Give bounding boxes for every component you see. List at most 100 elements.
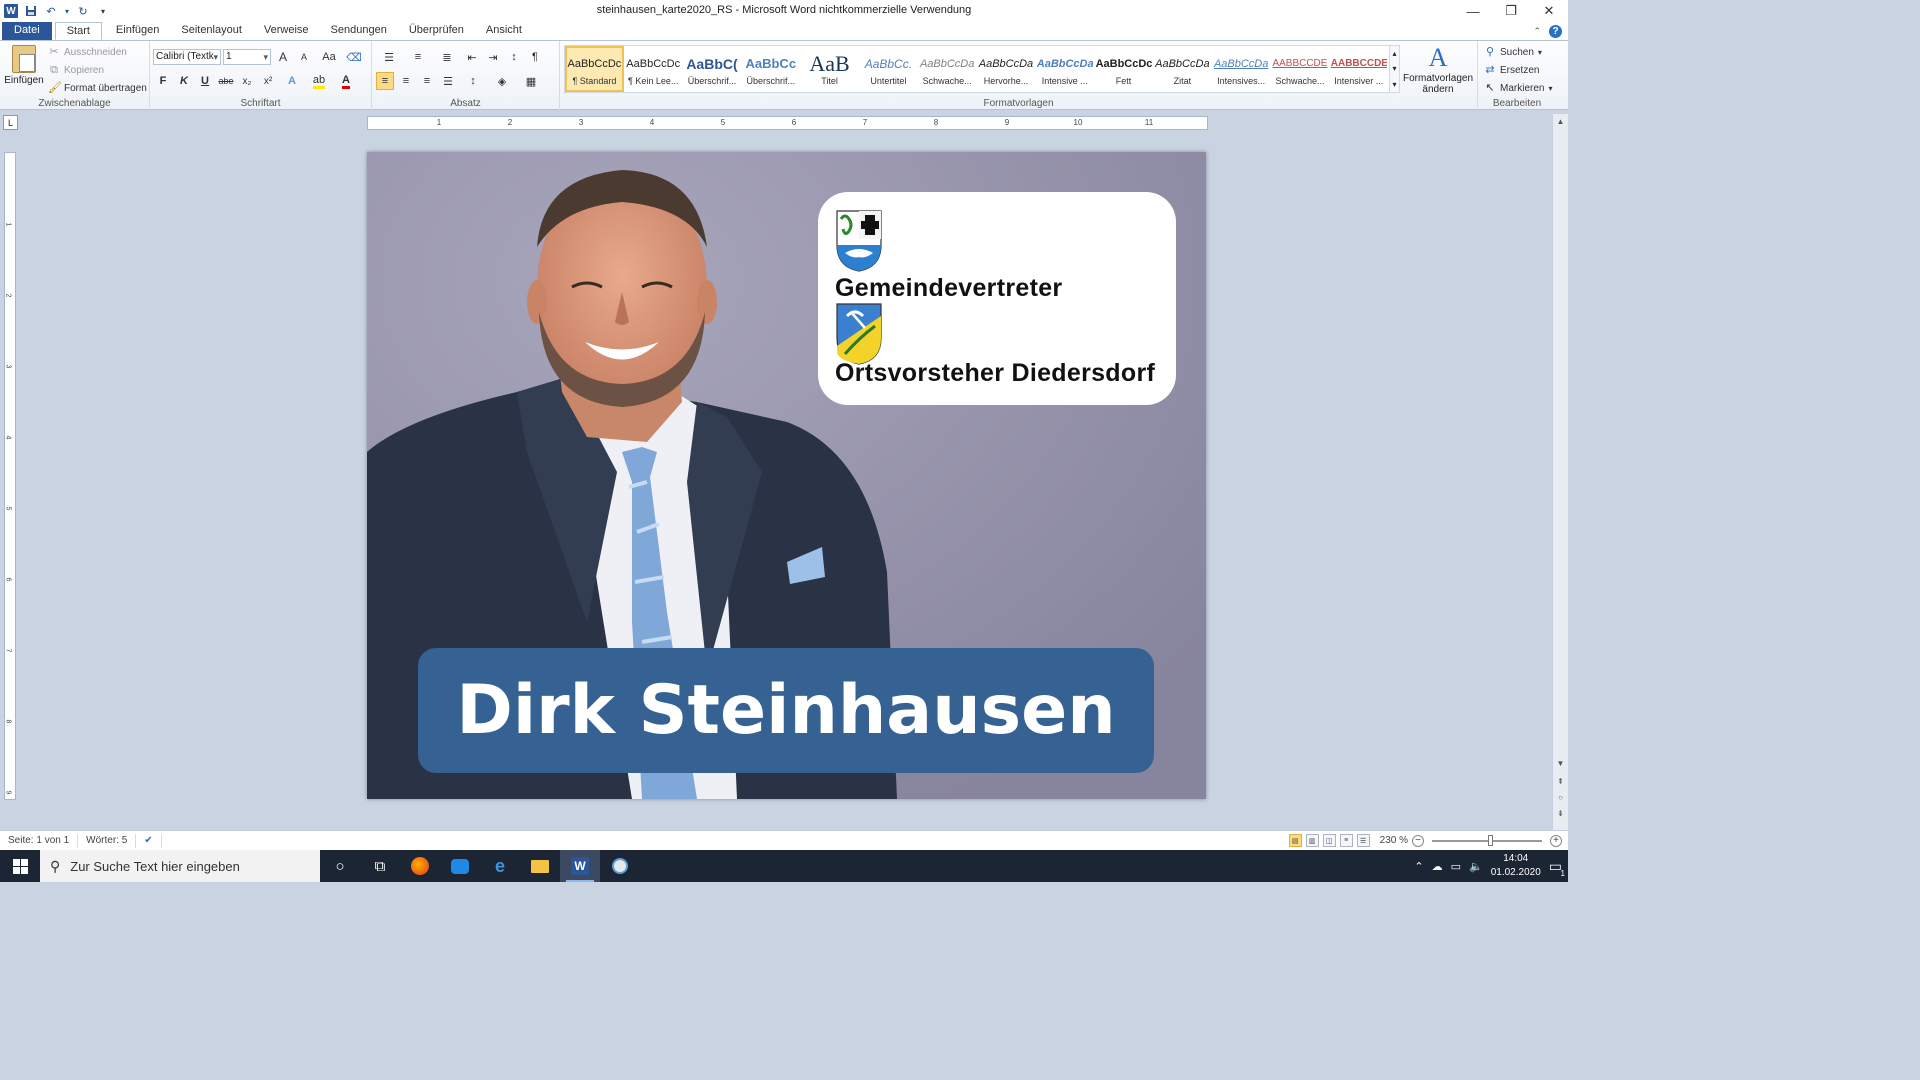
tab-seitenlayout[interactable]: Seitenlayout	[170, 22, 253, 40]
align-left-icon[interactable]: ≡	[376, 72, 394, 90]
align-center-icon[interactable]: ≡	[397, 72, 415, 90]
file-explorer-icon[interactable]	[520, 850, 560, 882]
horizontal-ruler[interactable]: 1 2 3 4 5 6 7 8 9 10 11	[367, 116, 1208, 130]
print-layout-view-icon[interactable]: ▤	[1288, 834, 1302, 847]
justify-icon[interactable]: ☰	[439, 72, 457, 90]
zoom-out-icon[interactable]: −	[1412, 834, 1424, 847]
taskbar-search[interactable]: ⚲ Zur Suche Text hier eingeben	[40, 850, 320, 882]
save-icon[interactable]	[24, 4, 38, 18]
style-ueberschrift-1[interactable]: AaBbC(Überschrif...	[683, 46, 742, 92]
vertical-ruler[interactable]: 1 2 3 4 5 6 7 8 9	[4, 152, 16, 800]
show-hidden-icons-icon[interactable]: ⌃	[1414, 860, 1423, 873]
font-name-select[interactable]: Calibri (Textk	[153, 49, 221, 65]
previous-page-icon[interactable]: ⇞	[1553, 774, 1568, 788]
full-screen-view-icon[interactable]: ▥	[1305, 834, 1319, 847]
decrease-indent-icon[interactable]: ⇤	[463, 48, 481, 66]
scroll-down-icon[interactable]: ▾	[1392, 64, 1396, 73]
restore-button[interactable]: ❐	[1492, 0, 1530, 22]
superscript-button[interactable]: x²	[259, 72, 277, 90]
network-icon[interactable]: ▭	[1451, 860, 1461, 873]
tab-selector[interactable]: L	[3, 115, 18, 130]
close-button[interactable]: ✕	[1530, 0, 1568, 22]
gallery-more-icon[interactable]: ▾	[1392, 80, 1396, 89]
style-hervorhebung[interactable]: AaBbCcDa Hervorhe...	[977, 46, 1036, 92]
browse-object-icon[interactable]: ○	[1553, 790, 1568, 804]
paint-icon[interactable]	[600, 850, 640, 882]
numbering-icon[interactable]: ≡	[405, 48, 431, 66]
style-kein-leerraum[interactable]: AaBbCcDc ¶ Kein Lee...	[624, 46, 683, 92]
task-view-icon[interactable]: ⧉	[360, 850, 400, 882]
shrink-font-button[interactable]: A	[295, 48, 313, 66]
bold-button[interactable]: F	[154, 72, 172, 90]
style-standard[interactable]: AaBbCcDc ¶ Standard	[565, 46, 624, 92]
sort-icon[interactable]: ↕	[505, 48, 523, 66]
increase-indent-icon[interactable]: ⇥	[484, 48, 502, 66]
style-zitat[interactable]: AaBbCcDa Zitat	[1153, 46, 1212, 92]
select-button[interactable]: ↖ Markieren ▾	[1484, 79, 1552, 97]
change-styles-button[interactable]: A Formatvorlagen ändern	[1402, 43, 1474, 95]
clock[interactable]: 14:04 01.02.2020	[1491, 852, 1541, 880]
style-titel[interactable]: AaB Titel	[800, 46, 859, 92]
tab-verweise[interactable]: Verweise	[253, 22, 320, 40]
style-intensives-zitat[interactable]: AaBbCcDa Intensives...	[1212, 46, 1271, 92]
shading-icon[interactable]: ◈	[489, 72, 515, 90]
multilevel-list-icon[interactable]: ≣	[434, 48, 460, 66]
minimize-button[interactable]: —	[1454, 0, 1492, 22]
italic-button[interactable]: K	[175, 72, 193, 90]
word-count[interactable]: Wörter: 5	[78, 833, 137, 848]
tab-start[interactable]: Start	[54, 22, 102, 40]
borders-icon[interactable]: ▦	[518, 72, 544, 90]
undo-dropdown-icon[interactable]: ▾	[64, 4, 70, 18]
style-intensive-hervorhebung[interactable]: AaBbCcDa Intensive ...	[1035, 46, 1094, 92]
zoom-thumb[interactable]	[1488, 834, 1493, 846]
document-page[interactable]: Gemeindevertreter Ortsvorsteher Diedersd…	[367, 152, 1206, 799]
volume-icon[interactable]: 🔈	[1469, 860, 1483, 873]
style-intensiver-verweis[interactable]: AABBCCDE Intensiver ...	[1329, 46, 1388, 92]
notification-icon[interactable]: ▭ 1	[1549, 858, 1565, 878]
underline-button[interactable]: U	[196, 72, 214, 90]
outline-view-icon[interactable]: ≡	[1339, 834, 1353, 847]
style-fett[interactable]: AaBbCcDc Fett	[1094, 46, 1153, 92]
text-effects-icon[interactable]: A	[280, 72, 304, 90]
font-color-icon[interactable]: A	[334, 72, 358, 90]
style-schwacher-verweis[interactable]: AABBCCDE Schwache...	[1271, 46, 1330, 92]
page-count[interactable]: Seite: 1 von 1	[0, 833, 79, 848]
minimize-ribbon-icon[interactable]: ⌃	[1533, 26, 1541, 37]
grow-font-button[interactable]: A	[274, 48, 292, 66]
tab-sendungen[interactable]: Sendungen	[320, 22, 398, 40]
tab-ansicht[interactable]: Ansicht	[475, 22, 533, 40]
replace-button[interactable]: ⇄ Ersetzen	[1484, 61, 1552, 79]
subscript-button[interactable]: x₂	[238, 72, 256, 90]
zoom-slider[interactable]	[1432, 834, 1542, 846]
format-painter-button[interactable]: 🖌 Format übertragen	[48, 79, 147, 97]
tab-ueberpruefen[interactable]: Überprüfen	[398, 22, 475, 40]
change-case-button[interactable]: Aa	[316, 48, 342, 66]
align-right-icon[interactable]: ≡	[418, 72, 436, 90]
zoom-level[interactable]: 230 %	[1380, 835, 1408, 846]
paste-button[interactable]: Einfügen	[4, 45, 44, 86]
help-icon[interactable]: ?	[1549, 25, 1562, 38]
start-button[interactable]	[0, 850, 40, 882]
onedrive-icon[interactable]: ☁	[1432, 860, 1443, 873]
tab-einfuegen[interactable]: Einfügen	[105, 22, 170, 40]
proofing-icon[interactable]: ✔	[136, 833, 162, 848]
vertical-scrollbar[interactable]: ▲ ▼ ⇞ ○ ⇟	[1552, 114, 1568, 830]
cut-button[interactable]: ✂ Ausschneiden	[48, 43, 147, 61]
web-layout-view-icon[interactable]: ◫	[1322, 834, 1336, 847]
strikethrough-button[interactable]: abe	[217, 72, 235, 90]
find-button[interactable]: ⚲ Suchen ▾	[1484, 43, 1552, 61]
zoom-in-icon[interactable]: +	[1550, 834, 1562, 847]
cortana-icon[interactable]: ○	[320, 850, 360, 882]
copy-button[interactable]: ⧉ Kopieren	[48, 61, 147, 79]
font-size-select[interactable]: 1	[223, 49, 271, 65]
messenger-icon[interactable]	[440, 850, 480, 882]
clear-format-icon[interactable]: ⌫	[345, 48, 363, 66]
customize-toolbar-icon[interactable]: ▾	[96, 4, 110, 18]
word-taskbar-icon[interactable]: W	[560, 850, 600, 882]
scroll-down-arrow-icon[interactable]: ▼	[1553, 756, 1568, 770]
word-app-icon[interactable]: W	[4, 4, 18, 18]
style-schwache-hervorhebung[interactable]: AaBbCcDa Schwache...	[918, 46, 977, 92]
line-spacing-icon[interactable]: ↕	[460, 72, 486, 90]
draft-view-icon[interactable]: ☰	[1356, 834, 1370, 847]
highlight-icon[interactable]: ab	[307, 72, 331, 90]
